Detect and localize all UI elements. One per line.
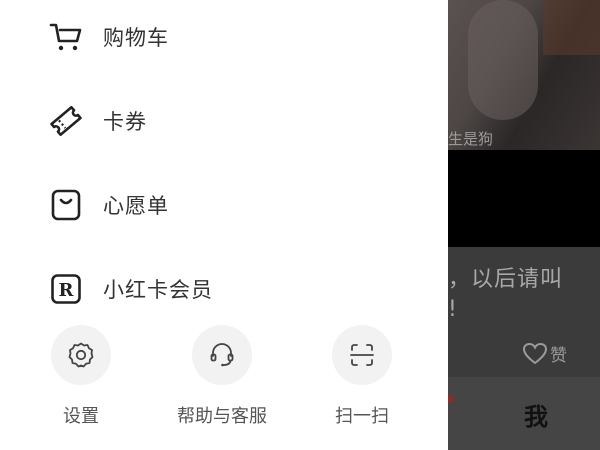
help-support-button[interactable]: 帮助与客服 (162, 325, 282, 428)
help-support-label: 帮助与客服 (177, 406, 267, 427)
scan-circle (332, 325, 392, 385)
bottom-tab-bar: 我 (448, 377, 600, 450)
feed-post-text-area: ，以后请叫 ! 赞 (448, 247, 600, 377)
feed-post-text-line: ，以后请叫 (448, 267, 564, 292)
side-drawer: 购物车 卡券 心愿单 R 小红卡会员 设置 帮助与客服 扫一扫 (0, 0, 448, 450)
app-screen: 生是狗 ，以后请叫 ! 赞 我 购物车 卡券 心愿单 R 小红卡会员 设置 帮助… (0, 0, 600, 450)
feed-post-text-line: ! (448, 297, 457, 322)
shopping-cart-icon (48, 19, 84, 55)
feed-black-block (448, 150, 600, 247)
menu-item-coupon[interactable]: 卡券 (48, 99, 147, 143)
wishlist-bag-icon (48, 187, 84, 223)
menu-item-membership[interactable]: R 小红卡会员 (48, 267, 213, 311)
svg-text:R: R (59, 280, 75, 301)
heart-icon (522, 342, 548, 366)
menu-item-shopping-cart[interactable]: 购物车 (48, 15, 169, 59)
membership-r-icon: R (48, 271, 84, 307)
menu-item-wishlist[interactable]: 心愿单 (48, 183, 169, 227)
menu-item-label: 购物车 (103, 26, 169, 50)
feed-photo: 生是狗 (448, 0, 600, 150)
tab-me[interactable]: 我 (524, 397, 548, 432)
settings-button[interactable]: 设置 (21, 325, 141, 428)
feed-photo-figure (468, 0, 538, 120)
headset-icon (208, 341, 236, 369)
notification-dot (448, 395, 454, 403)
settings-circle (51, 325, 111, 385)
menu-item-label: 小红卡会员 (103, 278, 213, 302)
scan-label: 扫一扫 (335, 406, 389, 427)
help-support-circle (192, 325, 252, 385)
like-label: 赞 (550, 346, 567, 366)
menu-item-label: 心愿单 (103, 194, 169, 218)
feed-photo-accent (543, 0, 600, 55)
dimmed-feed-overlay[interactable]: 生是狗 ，以后请叫 ! 赞 我 (448, 0, 600, 450)
menu-item-label: 卡券 (103, 110, 147, 134)
gear-icon (67, 341, 95, 369)
settings-label: 设置 (63, 406, 99, 427)
coupon-icon (48, 103, 84, 139)
scan-icon (348, 341, 376, 369)
feed-photo-caption: 生是狗 (448, 130, 494, 148)
like-button[interactable]: 赞 (522, 341, 567, 366)
scan-button[interactable]: 扫一扫 (302, 325, 422, 428)
